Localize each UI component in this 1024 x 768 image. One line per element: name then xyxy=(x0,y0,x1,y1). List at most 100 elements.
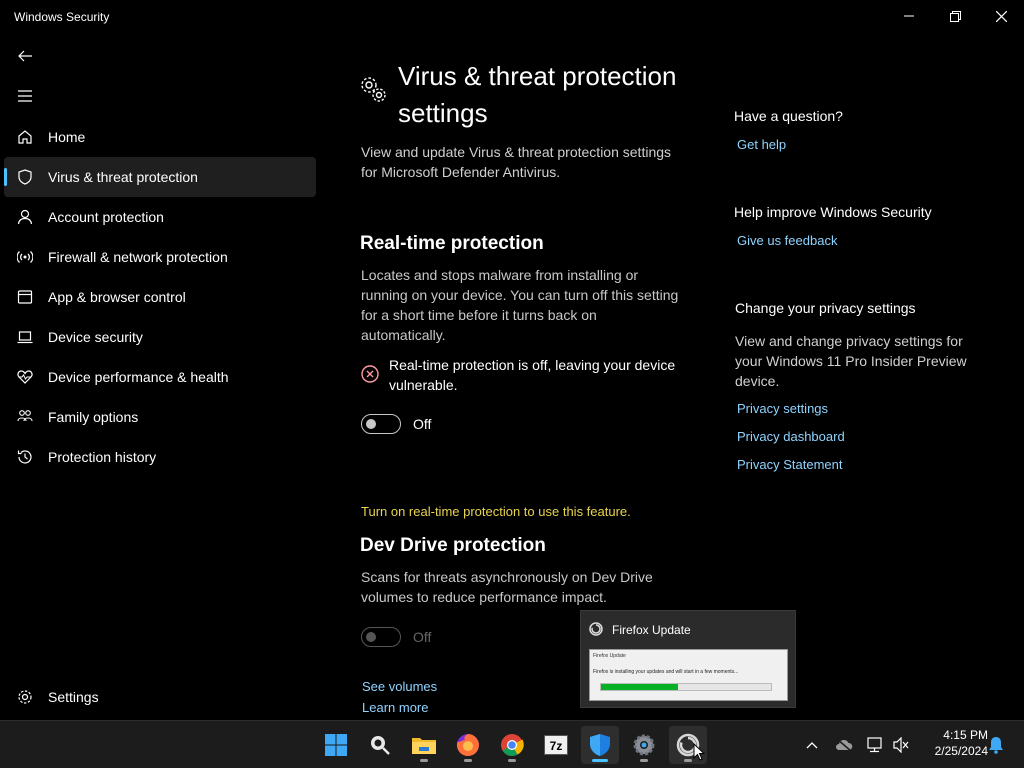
realtime-protection-description: Locates and stops malware from installin… xyxy=(361,267,679,343)
privacy-settings-link[interactable]: Privacy settings xyxy=(737,401,828,416)
realtime-protection-toggle[interactable] xyxy=(361,414,401,434)
notifications-button[interactable] xyxy=(986,735,1006,755)
firefox-update-preview[interactable]: Firefox Update Firefox Update Firefox is… xyxy=(580,610,796,708)
settings-gear-icon xyxy=(633,734,655,756)
privacy-description: View and change privacy settings for you… xyxy=(735,333,967,389)
folder-icon xyxy=(412,738,436,754)
running-indicator xyxy=(420,759,428,762)
get-help-link[interactable]: Get help xyxy=(737,137,786,152)
give-feedback-link[interactable]: Give us feedback xyxy=(737,233,837,248)
sidebar-item-home[interactable]: Home xyxy=(4,117,316,157)
realtime-protection-toggle-row: Off xyxy=(361,414,431,434)
sidebar-item-label: Home xyxy=(48,129,86,145)
back-arrow-icon xyxy=(18,50,32,62)
sidebar-item-label: App & browser control xyxy=(48,289,186,305)
firefox-button[interactable] xyxy=(449,726,487,764)
sidebar-item-virus-threat-protection[interactable]: Virus & threat protection xyxy=(4,157,316,197)
7zip-button[interactable]: 7z xyxy=(537,726,575,764)
realtime-warning-text: Real-time protection is off, leaving you… xyxy=(389,357,676,393)
realtime-protection-title: Real-time protection xyxy=(360,233,544,254)
sidebar-item-label: Account protection xyxy=(48,209,164,225)
network-tray-button[interactable] xyxy=(866,735,886,755)
running-indicator xyxy=(640,759,648,762)
sidebar-item-protection-history[interactable]: Protection history xyxy=(4,437,316,477)
taskbar: 7z xyxy=(0,720,1024,768)
popup-thumbnail: Firefox Update Firefox is installing you… xyxy=(589,649,788,701)
see-volumes-link[interactable]: See volumes xyxy=(362,679,437,694)
close-button[interactable] xyxy=(978,0,1024,32)
taskbar-clock[interactable]: 4:15 PM 2/25/2024 xyxy=(918,727,988,759)
sidebar-item-label: Device performance & health xyxy=(48,369,229,385)
sidebar-item-label: Protection history xyxy=(48,449,157,465)
volume-muted-icon xyxy=(893,737,909,753)
sidebar-item-label: Firewall & network protection xyxy=(48,249,228,265)
sidebar-item-label: Family options xyxy=(48,409,139,425)
dev-drive-toggle[interactable] xyxy=(361,627,401,647)
dev-drive-toggle-row: Off xyxy=(361,627,431,647)
window-title: Windows Security xyxy=(14,10,110,24)
onedrive-tray-button[interactable] xyxy=(834,735,854,755)
page-title: Virus & threat protection settings xyxy=(398,61,677,128)
help-improve-heading: Help improve Windows Security xyxy=(734,204,932,220)
privacy-statement-link[interactable]: Privacy Statement xyxy=(737,457,843,472)
have-question-heading: Have a question? xyxy=(734,108,843,124)
person-icon xyxy=(16,208,34,226)
back-button[interactable] xyxy=(12,44,38,68)
7zip-icon: 7z xyxy=(544,735,568,755)
sidebar-item-settings[interactable]: Settings xyxy=(4,677,316,717)
sidebar-nav: Home Virus & threat protection Account p… xyxy=(4,117,316,477)
sidebar-item-firewall-network[interactable]: Firewall & network protection xyxy=(4,237,316,277)
update-progress-fill xyxy=(601,684,678,690)
laptop-icon xyxy=(16,328,34,346)
search-icon xyxy=(371,736,390,755)
hamburger-icon xyxy=(18,90,32,102)
chrome-button[interactable] xyxy=(493,726,531,764)
clock-date: 2/25/2024 xyxy=(934,744,988,758)
sidebar-item-device-security[interactable]: Device security xyxy=(4,317,316,357)
heart-pulse-icon xyxy=(16,368,34,386)
dev-drive-description: Scans for threats asynchronously on Dev … xyxy=(361,569,653,605)
update-progress-bar xyxy=(600,683,772,691)
dev-drive-protection-title: Dev Drive protection xyxy=(360,535,546,556)
bell-icon xyxy=(989,737,1003,754)
shield-icon xyxy=(16,168,34,186)
sidebar-item-device-performance-health[interactable]: Device performance & health xyxy=(4,357,316,397)
learn-more-link[interactable]: Learn more xyxy=(362,700,428,715)
windows-security-button[interactable] xyxy=(581,726,619,764)
minimize-button[interactable] xyxy=(886,0,932,32)
volume-tray-button[interactable] xyxy=(892,735,912,755)
running-indicator xyxy=(684,759,692,762)
home-icon xyxy=(16,128,34,146)
error-icon xyxy=(361,365,379,383)
search-button[interactable] xyxy=(361,726,399,764)
dev-drive-toggle-label: Off xyxy=(413,629,432,645)
chevron-up-icon xyxy=(806,742,818,749)
minimize-icon xyxy=(904,15,914,17)
app-window-icon xyxy=(16,288,34,306)
settings-label: Settings xyxy=(48,689,99,705)
windows-security-shield-icon xyxy=(590,734,610,756)
privacy-heading: Change your privacy settings xyxy=(735,300,916,316)
show-hidden-icons-button[interactable] xyxy=(802,735,822,755)
settings-app-button[interactable] xyxy=(625,726,663,764)
running-indicator xyxy=(464,759,472,762)
title-bar: Windows Security xyxy=(0,0,1024,34)
sidebar-item-family-options[interactable]: Family options xyxy=(4,397,316,437)
file-explorer-button[interactable] xyxy=(405,726,443,764)
privacy-dashboard-link[interactable]: Privacy dashboard xyxy=(737,429,845,444)
close-icon xyxy=(995,10,1007,22)
windows-logo-icon xyxy=(325,734,347,756)
hamburger-menu-button[interactable] xyxy=(12,84,38,108)
sidebar-item-app-browser-control[interactable]: App & browser control xyxy=(4,277,316,317)
start-button[interactable] xyxy=(317,726,355,764)
thumbnail-title: Firefox Update xyxy=(593,653,626,659)
active-indicator xyxy=(592,759,608,762)
sidebar-item-account-protection[interactable]: Account protection xyxy=(4,197,316,237)
clock-time: 4:15 PM xyxy=(943,728,988,742)
running-indicator xyxy=(508,759,516,762)
wifi-signal-icon xyxy=(16,248,34,266)
network-icon xyxy=(867,737,882,753)
gears-icon xyxy=(360,76,388,104)
restore-button[interactable] xyxy=(932,0,978,32)
gear-icon xyxy=(16,688,34,706)
